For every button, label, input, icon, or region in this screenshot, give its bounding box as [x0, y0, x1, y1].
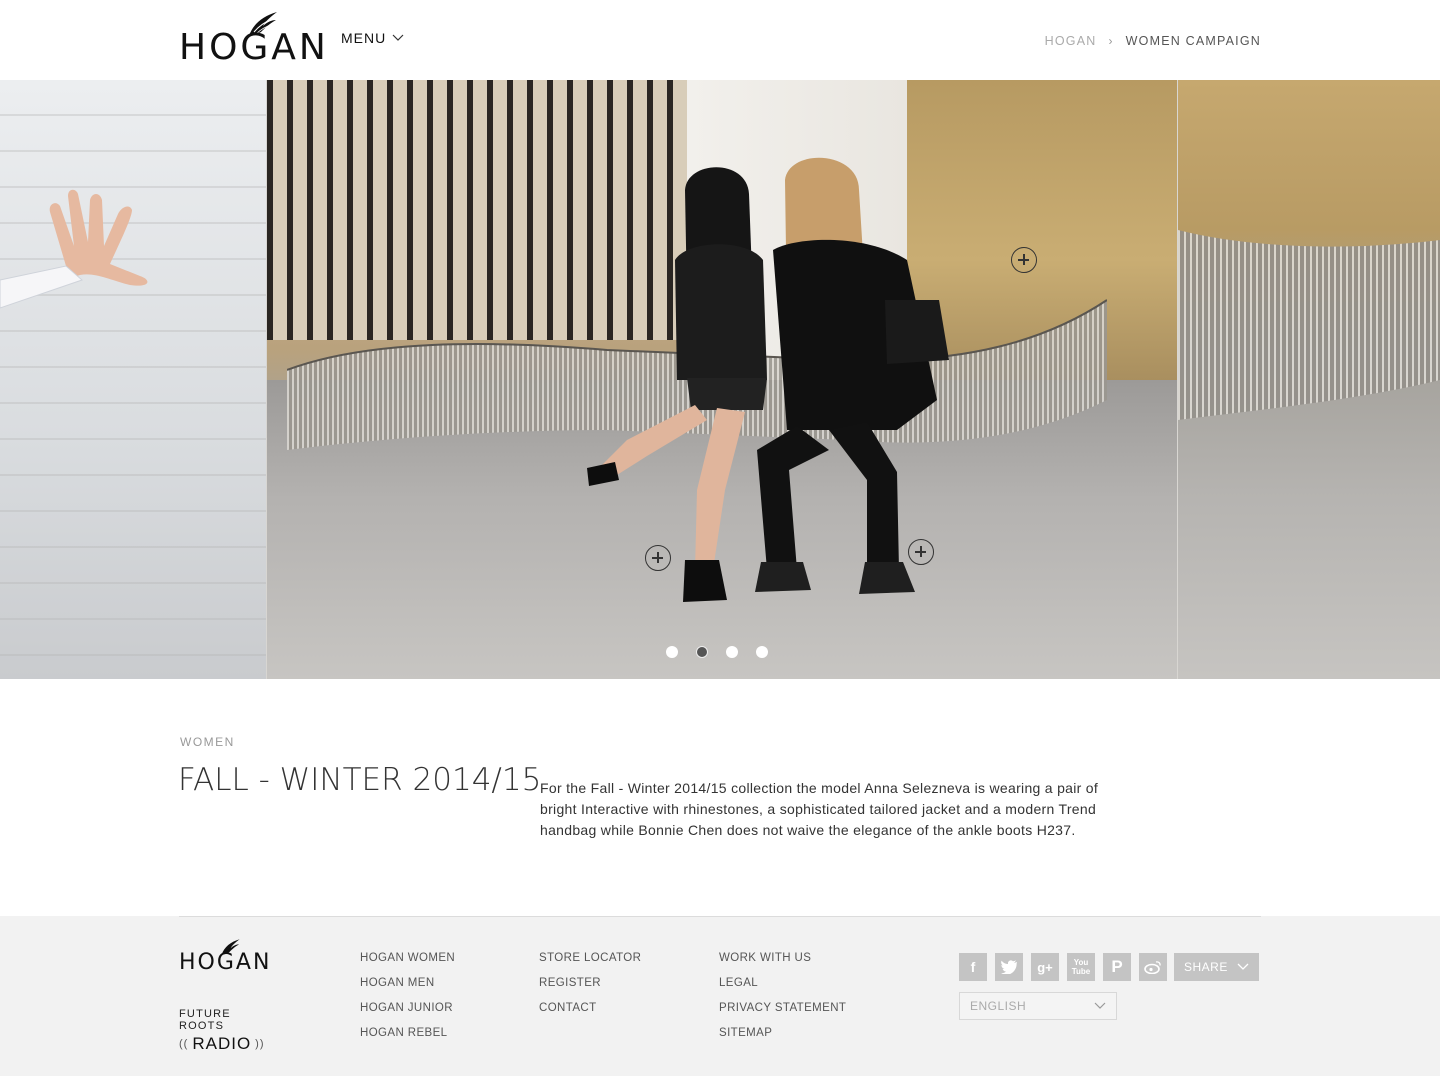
language-value: ENGLISH: [970, 999, 1027, 1013]
section-label: WOMEN: [180, 735, 235, 749]
google-plus-icon[interactable]: g+: [1031, 953, 1059, 981]
breadcrumb: HOGAN › WOMEN CAMPAIGN: [1045, 34, 1261, 48]
footer-link-hogan-junior[interactable]: HOGAN JUNIOR: [360, 1001, 455, 1015]
site-header: HOGAN MENU HOGAN › WOMEN CAMPAIGN: [0, 0, 1440, 80]
product-hotspot-bag[interactable]: [1011, 247, 1037, 273]
radio-logo-bottom: RADIO: [192, 1034, 252, 1053]
carousel-dot-4[interactable]: [756, 646, 768, 658]
radio-logo-top: FUTURE ROOTS: [179, 1008, 231, 1032]
hogan-logo[interactable]: HOGAN: [179, 10, 339, 66]
hand-image: [0, 189, 148, 309]
menu-label: MENU: [341, 30, 387, 46]
previous-slide-preview[interactable]: [0, 80, 266, 679]
footer-link-hogan-rebel[interactable]: HOGAN REBEL: [360, 1026, 455, 1040]
carousel-pagination: [666, 646, 768, 658]
radio-wave-right-icon: )): [255, 1038, 265, 1050]
product-hotspot-ankle-boots[interactable]: [645, 545, 671, 571]
product-hotspot-sneakers[interactable]: [908, 539, 934, 565]
footer-hogan-logo[interactable]: HOGAN: [179, 938, 279, 974]
footer-link-privacy-statement[interactable]: PRIVACY STATEMENT: [719, 1001, 846, 1015]
footer-logo-wordmark: HOGAN: [179, 950, 272, 975]
footer-link-sitemap[interactable]: SITEMAP: [719, 1026, 846, 1040]
weibo-icon[interactable]: [1139, 953, 1167, 981]
social-links: f g+ You Tube P: [959, 953, 1167, 981]
pinterest-icon[interactable]: P: [1103, 953, 1131, 981]
footer-link-register[interactable]: REGISTER: [539, 976, 641, 990]
twitter-icon[interactable]: [995, 953, 1023, 981]
site-footer: HOGAN FUTURE ROOTS (( RADIO )) HOGAN WOM…: [0, 916, 1440, 1076]
wire-bench-image: [1178, 230, 1440, 420]
footer-link-hogan-women[interactable]: HOGAN WOMEN: [360, 951, 455, 965]
next-slide-preview[interactable]: [1178, 80, 1440, 679]
language-select[interactable]: ENGLISH: [959, 992, 1117, 1020]
future-roots-radio-logo[interactable]: FUTURE ROOTS (( RADIO )): [179, 1008, 279, 1054]
carousel-dot-3[interactable]: [726, 646, 738, 658]
youtube-icon[interactable]: You Tube: [1067, 953, 1095, 981]
campaign-carousel[interactable]: [0, 80, 1440, 679]
footer-link-work-with-us[interactable]: WORK WITH US: [719, 951, 846, 965]
breadcrumb-current: WOMEN CAMPAIGN: [1125, 34, 1261, 48]
radio-wave-left-icon: ((: [179, 1038, 189, 1050]
logo-wordmark: HOGAN: [179, 27, 329, 68]
chevron-right-icon: ›: [1108, 34, 1114, 48]
active-slide: [267, 80, 1177, 679]
footer-link-hogan-men[interactable]: HOGAN MEN: [360, 976, 455, 990]
carousel-dot-2[interactable]: [696, 646, 708, 658]
chevron-down-icon: [1237, 963, 1249, 970]
footer-link-legal[interactable]: LEGAL: [719, 976, 846, 990]
footer-divider: [179, 916, 1261, 917]
campaign-description: For the Fall - Winter 2014/15 collection…: [540, 780, 1099, 838]
page-title: FALL - WINTER 2014/15: [178, 762, 542, 798]
chevron-down-icon: [1094, 1002, 1106, 1009]
breadcrumb-home-link[interactable]: HOGAN: [1045, 34, 1097, 48]
facebook-icon[interactable]: f: [959, 953, 987, 981]
footer-column-services: STORE LOCATOR REGISTER CONTACT: [539, 951, 641, 1015]
footer-column-brands: HOGAN WOMEN HOGAN MEN HOGAN JUNIOR HOGAN…: [360, 951, 455, 1040]
menu-button[interactable]: MENU: [341, 30, 404, 46]
carousel-dot-1[interactable]: [666, 646, 678, 658]
footer-column-legal: WORK WITH US LEGAL PRIVACY STATEMENT SIT…: [719, 951, 846, 1040]
footer-link-store-locator[interactable]: STORE LOCATOR: [539, 951, 641, 965]
chevron-down-icon: [392, 34, 404, 41]
footer-link-contact[interactable]: CONTACT: [539, 1001, 641, 1015]
share-label: SHARE: [1184, 960, 1228, 974]
share-button[interactable]: SHARE: [1174, 953, 1259, 981]
